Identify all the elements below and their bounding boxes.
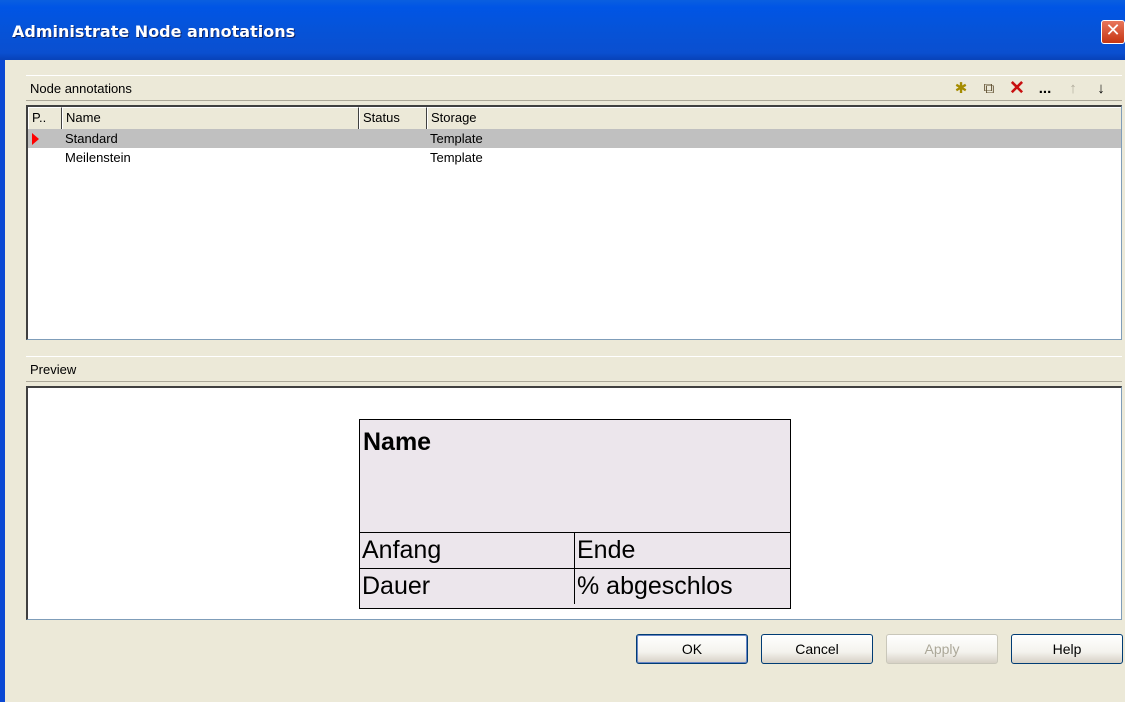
row-marker-cell	[28, 148, 62, 167]
more-icon-glyph: ...	[1038, 80, 1052, 97]
table-row[interactable]: Meilenstein Template	[28, 148, 1121, 167]
new-icon[interactable]: ✱	[952, 80, 970, 98]
preview-duration-field: Dauer	[360, 568, 575, 604]
preview-header-label: Preview	[30, 362, 77, 377]
row-storage: Template	[430, 131, 483, 146]
preview-panel: Name Anfang Ende Dauer % abgeschlos	[26, 386, 1122, 620]
move-down-icon[interactable]: ↓	[1092, 80, 1110, 98]
row-status	[359, 129, 427, 148]
annotations-header-label: Node annotations	[30, 81, 132, 96]
grid-header: P.. Name Status Storage	[28, 107, 1121, 130]
annotations-grid[interactable]: P.. Name Status Storage Standard Templat…	[26, 105, 1122, 340]
ok-button[interactable]: OK	[636, 634, 748, 664]
help-button[interactable]: Help	[1011, 634, 1123, 664]
annotations-toolbar: ✱ ⧉ ✕ ... ↑ ↓	[952, 78, 1110, 99]
delete-icon[interactable]: ✕	[1008, 78, 1026, 99]
move-up-icon-glyph: ↑	[1069, 80, 1077, 97]
delete-icon-glyph: ✕	[1009, 78, 1025, 99]
title-bar: Administrate Node annotations ✕	[0, 0, 1125, 60]
node-preview: Name Anfang Ende Dauer % abgeschlos	[359, 419, 791, 609]
cancel-button[interactable]: Cancel	[761, 634, 873, 664]
preview-progress-field: % abgeschlos	[575, 568, 790, 604]
copy-icon-glyph: ⧉	[983, 80, 995, 97]
column-header-storage[interactable]: Storage	[427, 107, 1121, 129]
window-title: Administrate Node annotations	[12, 22, 296, 41]
more-icon[interactable]: ...	[1036, 80, 1054, 98]
current-row-marker-icon	[32, 133, 39, 145]
preview-end-field: Ende	[575, 532, 790, 568]
new-icon-glyph: ✱	[954, 80, 968, 97]
close-button[interactable]: ✕	[1101, 20, 1125, 44]
close-icon: ✕	[1105, 20, 1121, 41]
preview-name-field: Name	[363, 428, 432, 456]
table-row[interactable]: Standard Template	[28, 129, 1121, 148]
row-name: Standard	[65, 131, 118, 146]
column-header-position[interactable]: P..	[28, 107, 62, 129]
window-left-border	[0, 60, 5, 702]
column-header-name[interactable]: Name	[62, 107, 359, 129]
row-storage: Template	[430, 150, 483, 165]
move-down-icon-glyph: ↓	[1097, 80, 1105, 97]
copy-icon[interactable]: ⧉	[980, 80, 998, 98]
annotations-header: Node annotations ✱ ⧉ ✕ ... ↑ ↓	[26, 75, 1122, 101]
row-marker-cell	[28, 129, 62, 148]
row-name: Meilenstein	[65, 150, 131, 165]
row-status	[359, 148, 427, 167]
preview-header: Preview	[26, 356, 1122, 382]
apply-button[interactable]: Apply	[886, 634, 998, 664]
preview-start-field: Anfang	[360, 532, 575, 568]
move-up-icon[interactable]: ↑	[1064, 80, 1082, 98]
column-header-status[interactable]: Status	[359, 107, 427, 129]
